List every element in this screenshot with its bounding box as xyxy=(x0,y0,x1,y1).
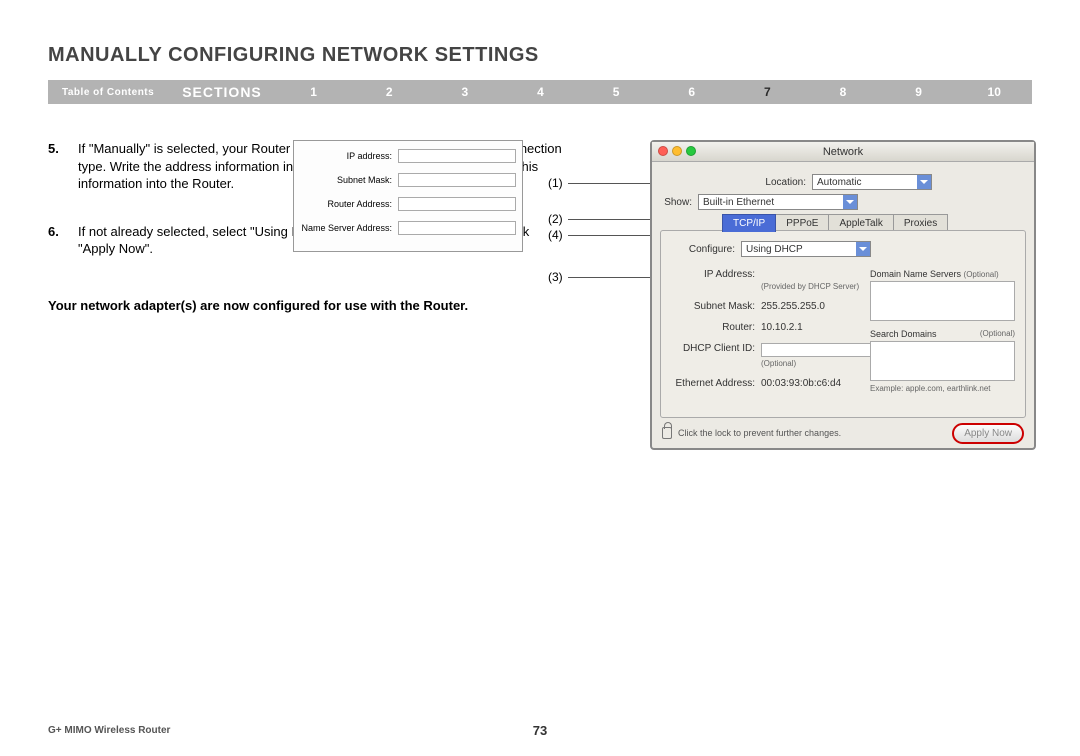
show-select[interactable]: Built-in Ethernet xyxy=(698,194,858,210)
nav-item-8[interactable]: 8 xyxy=(805,85,881,99)
ip-label: IP address: xyxy=(300,151,398,161)
ip-address-value xyxy=(761,269,871,280)
ip-subtext: (Provided by DHCP Server) xyxy=(761,282,859,291)
router-value: 10.10.2.1 xyxy=(761,322,871,333)
nav-item-4[interactable]: 4 xyxy=(503,85,579,99)
lock-icon[interactable] xyxy=(662,427,672,439)
search-optional: (Optional) xyxy=(980,329,1015,338)
dhcp-client-label: DHCP Client ID: xyxy=(671,343,761,357)
nav-item-2[interactable]: 2 xyxy=(351,85,427,99)
lock-text: Click the lock to prevent further change… xyxy=(678,428,841,438)
chevron-down-icon xyxy=(843,195,857,209)
mac-title-text: Network xyxy=(823,146,863,158)
product-name: G+ MIMO Wireless Router xyxy=(48,725,170,736)
callout-4: (4) xyxy=(548,228,563,242)
callout-1: (1) xyxy=(548,176,563,190)
nav-item-7[interactable]: 7 xyxy=(730,85,806,99)
nav-toc[interactable]: Table of Contents xyxy=(48,87,168,98)
router-label2: Router: xyxy=(671,322,761,333)
search-domains-label: Search Domains xyxy=(870,329,937,339)
subnet-field[interactable] xyxy=(398,173,516,187)
dns-optional: (Optional) xyxy=(964,270,999,279)
show-value: Built-in Ethernet xyxy=(703,197,774,208)
callout-2: (2) xyxy=(548,212,563,226)
router-label: Router Address: xyxy=(300,199,398,209)
subnet-mask-value: 255.255.255.0 xyxy=(761,301,871,312)
search-textarea[interactable] xyxy=(870,341,1015,381)
nav-numbers: 1 2 3 4 5 6 7 8 9 10 xyxy=(276,85,1032,99)
nav-sections-label: SECTIONS xyxy=(168,84,276,100)
nav-item-6[interactable]: 6 xyxy=(654,85,730,99)
page-number: 73 xyxy=(533,723,547,738)
dns-textarea[interactable] xyxy=(870,281,1015,321)
subnet-mask-label: Subnet Mask: xyxy=(671,301,761,312)
ip-field[interactable] xyxy=(398,149,516,163)
mac-network-window: Network Location: Automatic Show: Built-… xyxy=(650,140,1036,450)
tcpip-panel: Configure: Using DHCP IP Address: (Provi… xyxy=(660,230,1026,418)
traffic-lights xyxy=(658,146,696,156)
nav-item-3[interactable]: 3 xyxy=(427,85,503,99)
dns-label: Name Server Address: xyxy=(300,223,398,233)
dns-field[interactable] xyxy=(398,221,516,235)
example-text: Example: apple.com, earthlink.net xyxy=(870,384,1015,393)
dhcp-client-input[interactable] xyxy=(761,343,871,357)
apply-now-button[interactable]: Apply Now xyxy=(952,423,1024,444)
dns-servers-label: Domain Name Servers xyxy=(870,269,961,279)
mac-footer: Click the lock to prevent further change… xyxy=(662,422,1024,444)
mac-title-bar: Network xyxy=(652,142,1034,162)
ip-address-label: IP Address: xyxy=(671,269,761,280)
configure-select[interactable]: Using DHCP xyxy=(741,241,871,257)
ethernet-value: 00:03:93:0b:c6:d4 xyxy=(761,378,871,389)
callout-3: (3) xyxy=(548,270,563,284)
config-note: Your network adapter(s) are now configur… xyxy=(48,298,568,313)
tab-tcpip[interactable]: TCP/IP xyxy=(722,214,776,232)
ip-info-box: IP address: Subnet Mask: Router Address:… xyxy=(293,140,523,252)
dhcp-client-subtext: (Optional) xyxy=(761,359,796,368)
location-value: Automatic xyxy=(817,177,861,188)
minimize-icon[interactable] xyxy=(672,146,682,156)
location-select[interactable]: Automatic xyxy=(812,174,932,190)
router-field[interactable] xyxy=(398,197,516,211)
ethernet-label: Ethernet Address: xyxy=(671,378,761,389)
section-nav: Table of Contents SECTIONS 1 2 3 4 5 6 7… xyxy=(48,80,1032,104)
nav-item-10[interactable]: 10 xyxy=(956,85,1032,99)
chevron-down-icon xyxy=(856,242,870,256)
step-6-num: 6. xyxy=(48,223,78,258)
page-title: MANUALLY CONFIGURING NETWORK SETTINGS xyxy=(48,44,539,67)
location-label: Location: xyxy=(762,177,812,188)
show-label: Show: xyxy=(662,197,698,208)
zoom-icon[interactable] xyxy=(686,146,696,156)
configure-value: Using DHCP xyxy=(746,244,803,255)
page-footer: G+ MIMO Wireless Router 73 xyxy=(48,725,1032,736)
configure-label: Configure: xyxy=(681,244,741,255)
close-icon[interactable] xyxy=(658,146,668,156)
nav-item-1[interactable]: 1 xyxy=(276,85,352,99)
nav-item-5[interactable]: 5 xyxy=(578,85,654,99)
chevron-down-icon xyxy=(917,175,931,189)
subnet-label: Subnet Mask: xyxy=(300,175,398,185)
nav-item-9[interactable]: 9 xyxy=(881,85,957,99)
step-5-num: 5. xyxy=(48,140,78,193)
